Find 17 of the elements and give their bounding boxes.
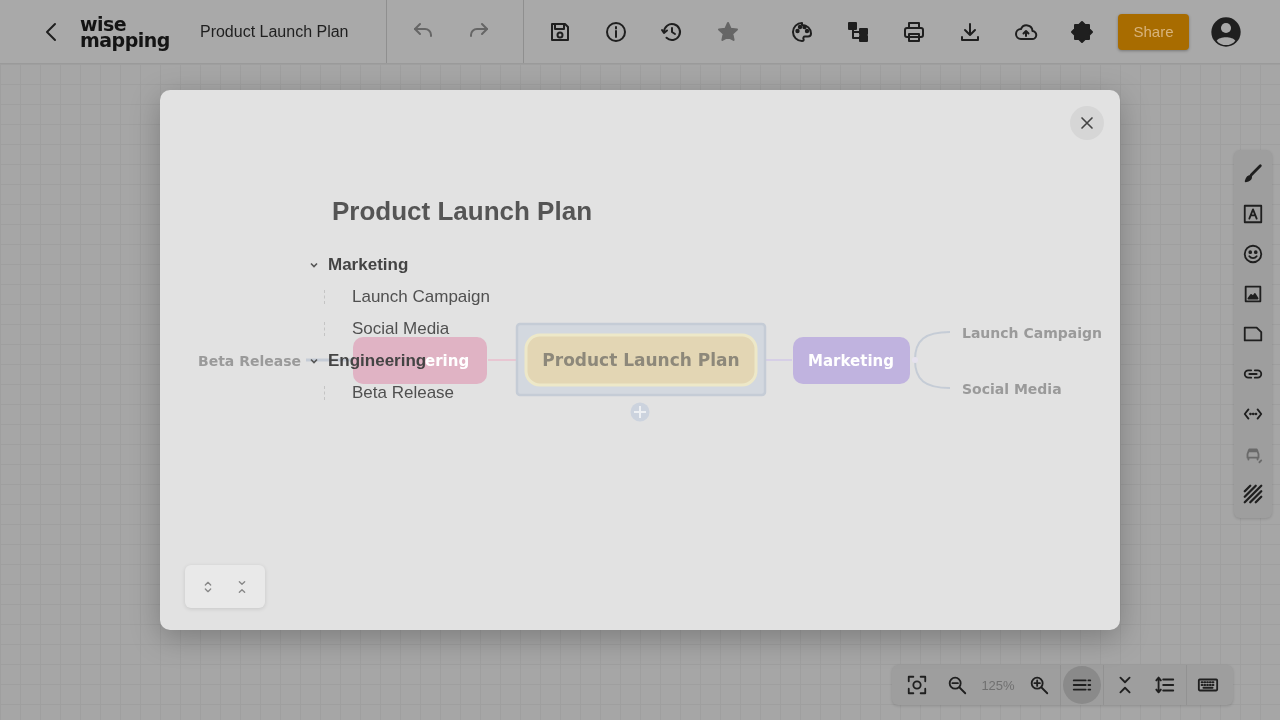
topic-node-label: ering [425,352,470,370]
outline-item[interactable]: Marketing [328,255,409,275]
document-title[interactable]: Product Launch Plan [199,22,370,41]
avatar-icon[interactable] [1210,15,1242,48]
outline-item[interactable]: Beta Release [352,383,455,403]
outline-item[interactable]: Engineering [328,351,427,371]
topic-node[interactable] [793,337,910,384]
topic-node-label: Marketing [808,352,894,370]
connector-line [914,331,951,389]
outline-icon[interactable] [1063,666,1101,704]
central-topic-label: Product Launch Plan [542,350,740,370]
outline-item[interactable]: Launch Campaign [352,287,490,307]
central-topic[interactable] [524,333,758,387]
dialog-title: Product Launch Plan [332,196,594,227]
outline-item[interactable]: Social Media [352,319,450,339]
connector-dot [912,357,918,363]
close-button[interactable] [1070,106,1104,140]
